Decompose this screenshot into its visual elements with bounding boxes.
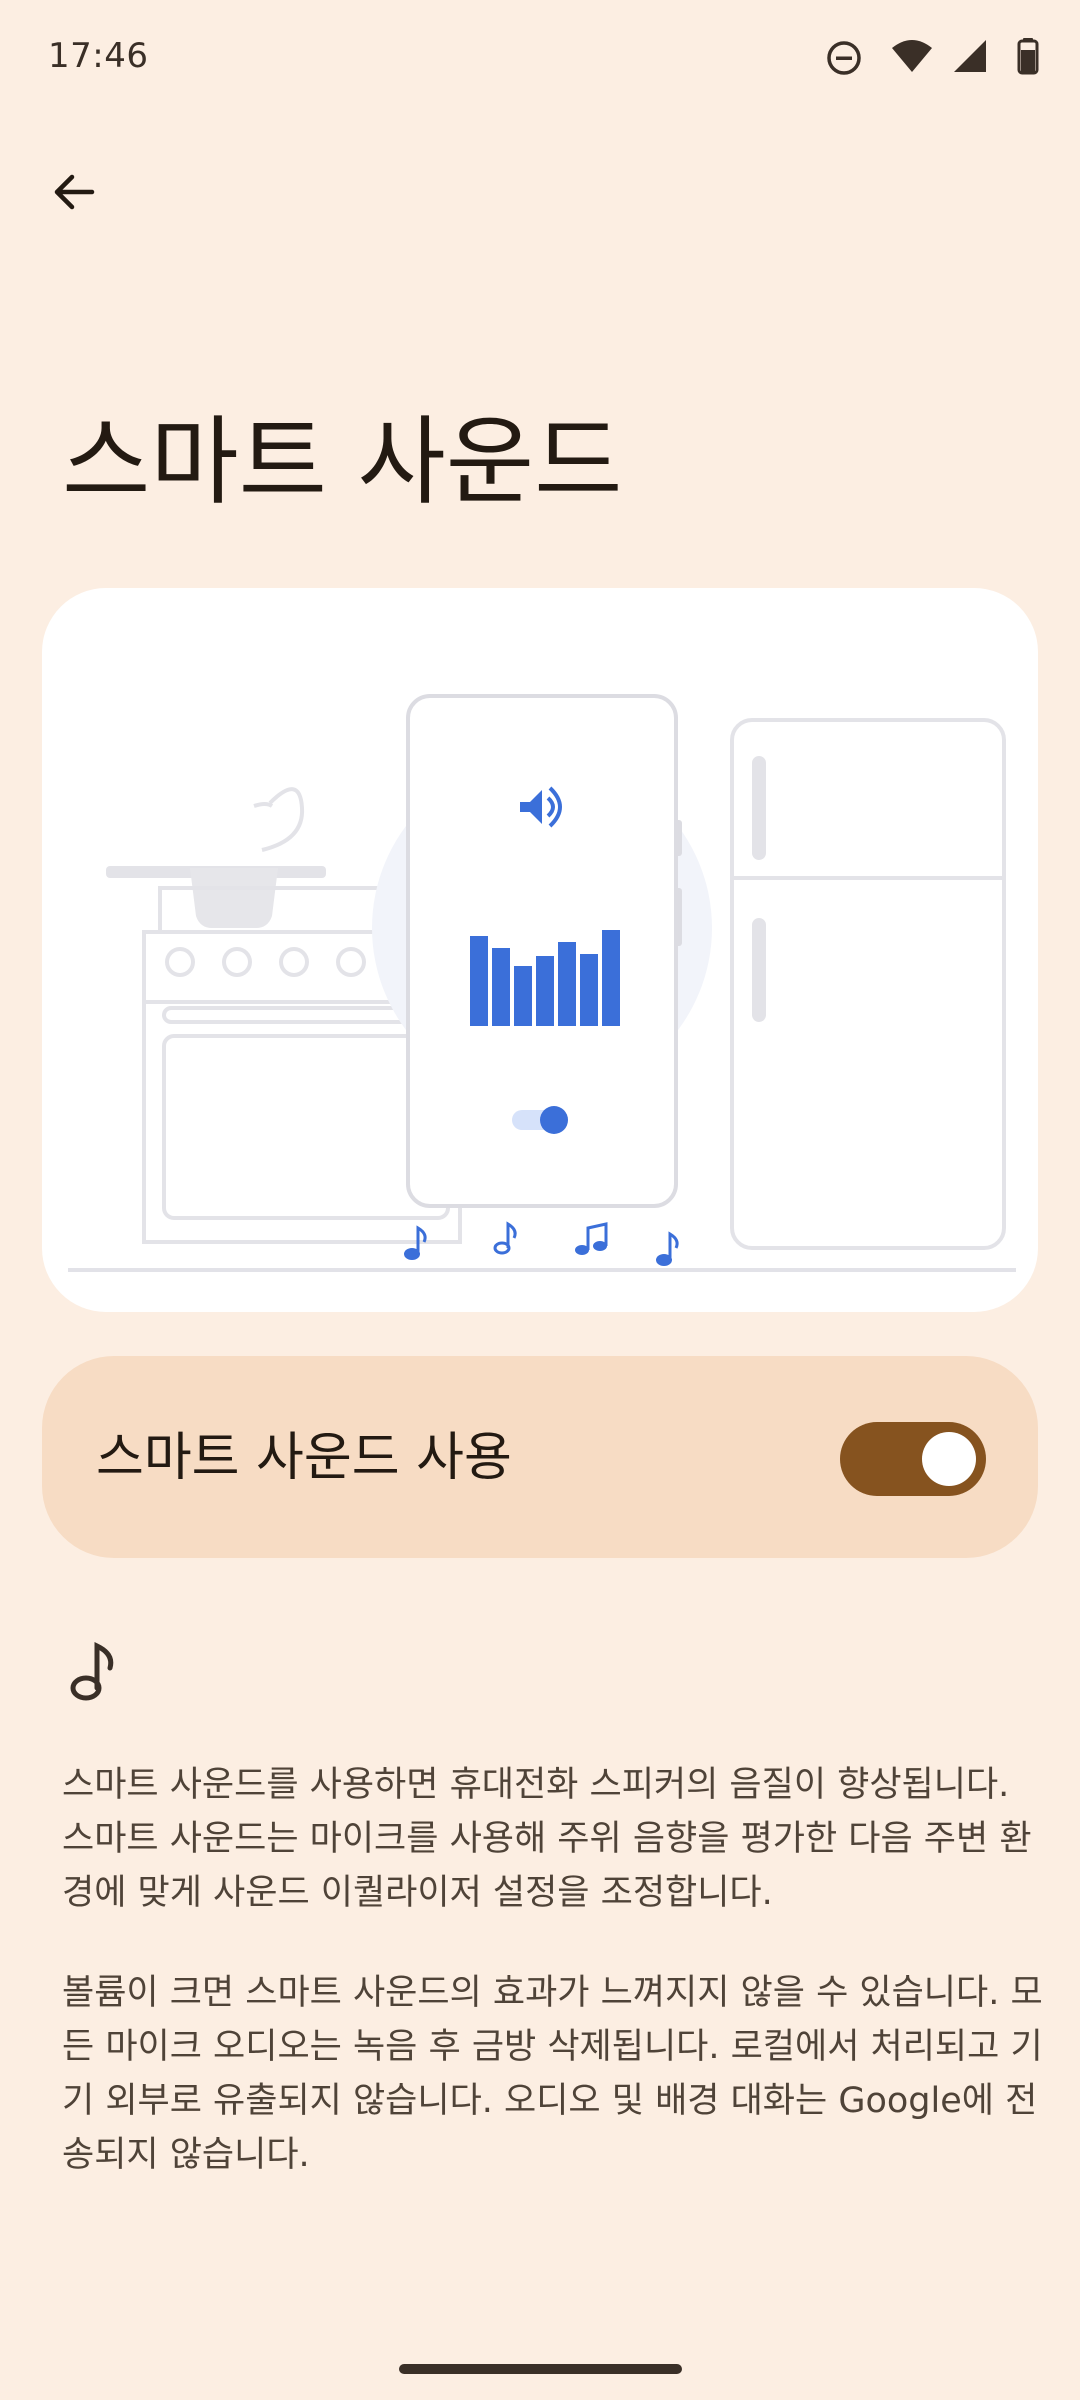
status-time: 17:46 — [48, 36, 149, 76]
wifi-icon — [892, 40, 932, 72]
switch-thumb — [922, 1432, 976, 1486]
toggle-label: 스마트 사운드 사용 — [96, 1428, 512, 1488]
battery-icon — [1017, 38, 1039, 75]
cell-signal-icon — [954, 40, 986, 72]
arrow-back-icon — [54, 174, 95, 210]
do-not-disturb-icon — [827, 41, 861, 75]
smart-sound-switch[interactable] — [840, 1422, 986, 1496]
illustration-graphic — [68, 694, 1016, 1272]
music-note-icon — [70, 1642, 114, 1701]
description-paragraph-2: 볼륨이 크면 스마트 사운드의 효과가 느껴지지 않을 수 있습니다. 모든 마… — [62, 1973, 1043, 2175]
gesture-navigation-bar[interactable] — [399, 2364, 682, 2374]
page-title: 스마트 사운드 — [62, 406, 623, 518]
back-button[interactable] — [32, 150, 116, 234]
use-smart-sound-toggle-row[interactable]: 스마트 사운드 사용 — [42, 1356, 1038, 1558]
description-paragraph-1: 스마트 사운드를 사용하면 휴대전화 스피커의 음질이 향상됩니다. 스마트 사… — [62, 1765, 1032, 1913]
music-notes — [404, 1221, 679, 1266]
smart-sound-illustration — [42, 588, 1038, 1312]
status-bar: 17:46 — [0, 0, 1080, 110]
